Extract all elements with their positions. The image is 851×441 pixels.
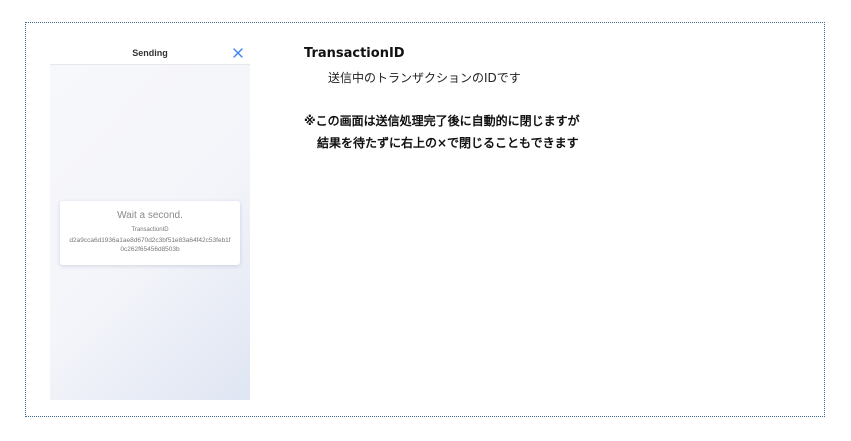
description-text: 送信中のトランザクションのIDです bbox=[328, 71, 521, 85]
note-line-1: ※この画面は送信処理完了後に自動的に閉じますが bbox=[304, 114, 580, 128]
phone-screen: Sending Wait a second. TransactionID d2a… bbox=[50, 42, 250, 400]
screen-title: Sending bbox=[132, 48, 168, 58]
waiting-card: Wait a second. TransactionID d2a9cca6d19… bbox=[60, 201, 240, 265]
transaction-id-value: d2a9cca6d1936a1ae8d670d2c3bf51e83a64f42c… bbox=[69, 237, 231, 253]
close-icon bbox=[233, 48, 243, 58]
wait-message: Wait a second. bbox=[117, 210, 183, 221]
note-line-2: 結果を待たずに右上の×で閉じることもできます bbox=[317, 136, 579, 150]
transaction-id-label: TransactionID bbox=[131, 227, 169, 233]
close-button[interactable] bbox=[232, 47, 244, 59]
description-title: TransactionID bbox=[304, 46, 405, 61]
phone-header: Sending bbox=[50, 42, 250, 65]
